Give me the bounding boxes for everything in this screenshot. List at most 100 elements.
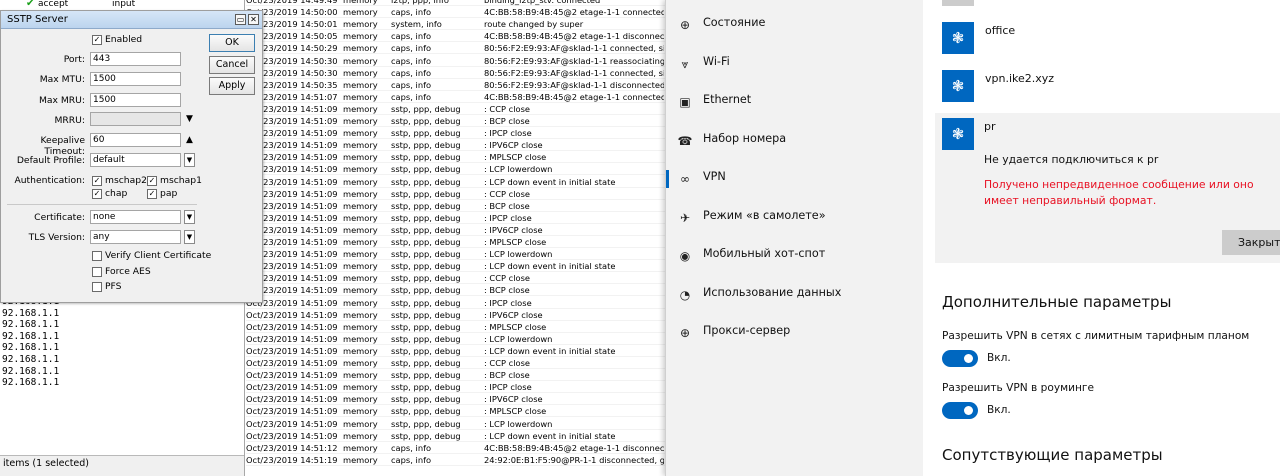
nav-item-1[interactable]: ⊕ Состояние <box>666 6 923 44</box>
log-row[interactable]: Oct/23/2019 14:51:09 memory sstp, ppp, deb… <box>246 115 666 128</box>
log-row[interactable]: Oct/23/2019 14:51:09 memory sstp, ppp, deb… <box>246 297 666 309</box>
close-button[interactable]: Закрыть <box>1222 230 1280 255</box>
log-row[interactable]: Oct/23/2019 14:51:09 memory sstp, ppp, deb… <box>246 151 666 164</box>
tls-version-select[interactable]: any <box>90 230 181 244</box>
max-mtu-input[interactable]: 1500 <box>90 72 181 86</box>
log-row[interactable]: Oct/23/2019 14:50:29 memory caps, info 80:5… <box>246 42 666 55</box>
nav-item-6[interactable]: ✈ Режим «в самолете» <box>666 199 923 237</box>
nav-item-2[interactable]: ⩔ Wi-Fi <box>666 45 923 83</box>
log-row[interactable]: Oct/23/2019 14:51:09 memory sstp, ppp, deb… <box>246 369 666 382</box>
ip-address: 92.168.1.1 <box>2 319 60 331</box>
log-message: : CCP close <box>484 358 531 368</box>
verify-client-cert-checkbox[interactable] <box>92 251 102 261</box>
max-mru-input[interactable]: 1500 <box>90 93 181 107</box>
nav-item-3[interactable]: ▣ Ethernet <box>666 83 923 121</box>
log-row[interactable]: Oct/23/2019 14:51:09 memory sstp, ppp, deb… <box>246 333 666 345</box>
ip-list: 92.168.1.1 92.168.1.1 92.168.1.1 92.168.1.1… <box>0 296 240 389</box>
mrru-input[interactable] <box>90 112 181 126</box>
log-topics: sstp, ppp, debug <box>391 176 461 187</box>
log-topics: sstp, ppp, debug <box>391 406 461 417</box>
log-row[interactable]: Oct/23/2019 14:51:09 memory sstp, ppp, deb… <box>246 103 666 115</box>
vpn-connection-vpn-ike2[interactable]: ❃ vpn.ike2.xyz <box>935 70 1280 106</box>
log-topics: caps, info <box>391 31 432 42</box>
dropdown-arrow-icon[interactable]: ▼ <box>184 153 195 167</box>
log-row[interactable]: Oct/23/2019 14:51:09 memory sstp, ppp, deb… <box>246 405 666 418</box>
nav-item-8[interactable]: ◔ Использование данных <box>666 276 923 314</box>
mrru-label: MRRU: <box>54 115 85 126</box>
keepalive-label: Keepalive Timeout: <box>40 135 85 157</box>
log-message: : CCP close <box>484 103 531 114</box>
pfs-checkbox[interactable] <box>92 282 102 292</box>
default-profile-select[interactable]: default <box>90 153 181 167</box>
log-row[interactable]: Oct/23/2019 14:50:00 memory caps, info 4C:B… <box>246 6 666 19</box>
apply-button[interactable]: Apply <box>209 77 255 95</box>
log-message: : LCP lowerdown <box>484 249 553 260</box>
log-topics: caps, info <box>391 454 432 465</box>
log-row[interactable]: Oct/23/2019 14:51:09 memory sstp, ppp, deb… <box>246 188 666 200</box>
dropdown-arrow-icon[interactable]: ▼ <box>184 210 195 224</box>
log-row[interactable]: Oct/23/2019 14:51:09 memory sstp, ppp, deb… <box>246 393 666 406</box>
log-row[interactable]: Oct/23/2019 14:51:19 memory caps, info 24:9… <box>246 454 666 466</box>
log-row[interactable]: Oct/23/2019 14:51:09 memory sstp, ppp, deb… <box>246 139 666 152</box>
nav-item-4[interactable]: ☎ Набор номера <box>666 122 923 160</box>
log-row[interactable]: Oct/23/2019 14:51:09 memory sstp, ppp, deb… <box>246 272 666 285</box>
port-label: Port: <box>63 54 85 65</box>
metered-vpn-toggle[interactable] <box>942 350 978 367</box>
close-icon[interactable]: ✕ <box>248 14 259 25</box>
dropdown-arrow-icon[interactable]: ▼ <box>184 230 195 244</box>
log-row[interactable]: Oct/23/2019 14:51:09 memory sstp, ppp, deb… <box>246 200 666 212</box>
log-message: : IPV6CP close <box>484 140 543 151</box>
log-row[interactable]: Oct/23/2019 14:51:09 memory sstp, ppp, deb… <box>246 357 666 370</box>
chap-checkbox[interactable]: ✓ <box>92 189 102 199</box>
enabled-checkbox[interactable]: ✓ <box>92 35 102 45</box>
log-row[interactable]: Oct/23/2019 14:51:09 memory sstp, ppp, deb… <box>246 260 666 273</box>
log-row[interactable]: Oct/23/2019 14:51:09 memory sstp, ppp, deb… <box>246 321 666 333</box>
log-row[interactable]: Oct/23/2019 14:50:05 memory caps, info 4C:B… <box>246 30 666 43</box>
roaming-vpn-toggle[interactable] <box>942 402 978 419</box>
log-row[interactable]: Oct/23/2019 14:51:09 memory sstp, ppp, deb… <box>246 236 666 249</box>
cancel-button[interactable]: Cancel <box>209 56 255 74</box>
log-table[interactable]: Oct/23/2019 14:49:49 memory l2tp, ppp, inf… <box>246 0 666 476</box>
log-row[interactable]: Oct/23/2019 14:51:09 memory sstp, ppp, deb… <box>246 224 666 236</box>
log-row[interactable]: Oct/23/2019 14:51:09 memory sstp, ppp, deb… <box>246 418 666 430</box>
nav-item-5[interactable]: ∞ VPN <box>666 160 923 198</box>
log-row[interactable]: Oct/23/2019 14:51:09 memory sstp, ppp, deb… <box>246 381 666 394</box>
restore-icon[interactable]: ▭ <box>235 14 246 25</box>
log-row[interactable]: Oct/23/2019 14:51:12 memory caps, info 4C:B… <box>246 442 666 454</box>
vpn-connection-icon: ❃ <box>942 22 974 54</box>
log-row[interactable]: Oct/23/2019 14:51:09 memory sstp, ppp, deb… <box>246 127 666 140</box>
nav-item-9[interactable]: ⊕ Прокси-сервер <box>666 314 923 352</box>
force-aes-checkbox[interactable] <box>92 267 102 277</box>
mschap1-checkbox[interactable]: ✓ <box>147 176 157 186</box>
dropdown-arrow-icon[interactable]: ▼ <box>184 112 195 126</box>
vpn-connection-pr[interactable]: ❃ pr Не удается подключиться к pr Получе… <box>935 113 1280 263</box>
log-row[interactable]: Oct/23/2019 14:51:09 memory sstp, ppp, deb… <box>246 212 666 224</box>
log-topics: caps, info <box>391 442 432 453</box>
nav-item-7[interactable]: ◉ Мобильный хот-спот <box>666 237 923 275</box>
pap-checkbox[interactable]: ✓ <box>147 189 157 199</box>
port-input[interactable]: 443 <box>90 52 181 66</box>
log-row[interactable]: Oct/23/2019 14:51:09 memory sstp, ppp, deb… <box>246 284 666 297</box>
log-row[interactable]: Oct/23/2019 14:51:09 memory sstp, ppp, deb… <box>246 163 666 176</box>
log-row[interactable]: Oct/23/2019 14:51:09 memory sstp, ppp, deb… <box>246 248 666 261</box>
log-row[interactable]: Oct/23/2019 14:50:01 memory system, info ro… <box>246 18 666 31</box>
log-row[interactable]: Oct/23/2019 14:51:07 memory caps, info 4C:B… <box>246 91 666 103</box>
log-buffer: memory <box>343 79 378 90</box>
dialog-titlebar[interactable]: SSTP Server ▭ ✕ <box>1 11 262 29</box>
metered-vpn-state: Вкл. <box>987 352 1011 364</box>
log-row[interactable]: Oct/23/2019 14:50:35 memory caps, info 80:5… <box>246 79 666 91</box>
log-row[interactable]: Oct/23/2019 14:51:09 memory sstp, ppp, deb… <box>246 430 666 442</box>
log-message: 80:56:F2:E9:93:AF@sklad-1-1 connected, s… <box>484 67 664 78</box>
ok-button[interactable]: OK <box>209 34 255 52</box>
log-row[interactable]: Oct/23/2019 14:51:09 memory sstp, ppp, deb… <box>246 345 666 357</box>
log-row[interactable]: Oct/23/2019 14:51:09 memory sstp, ppp, deb… <box>246 309 666 321</box>
certificate-select[interactable]: none <box>90 210 181 224</box>
log-row[interactable]: Oct/23/2019 14:51:09 memory sstp, ppp, deb… <box>246 176 666 188</box>
log-row[interactable]: Oct/23/2019 14:50:30 memory caps, info 80:5… <box>246 67 666 79</box>
log-row[interactable]: Oct/23/2019 14:50:30 memory caps, info 80:5… <box>246 55 666 67</box>
collapse-arrow-icon[interactable]: ▲ <box>184 133 195 147</box>
rule-row[interactable]: ✔ accept input <box>0 0 244 10</box>
keepalive-input[interactable]: 60 <box>90 133 181 147</box>
mschap2-checkbox[interactable]: ✓ <box>92 176 102 186</box>
vpn-connection-office[interactable]: ❃ office <box>935 22 1280 58</box>
